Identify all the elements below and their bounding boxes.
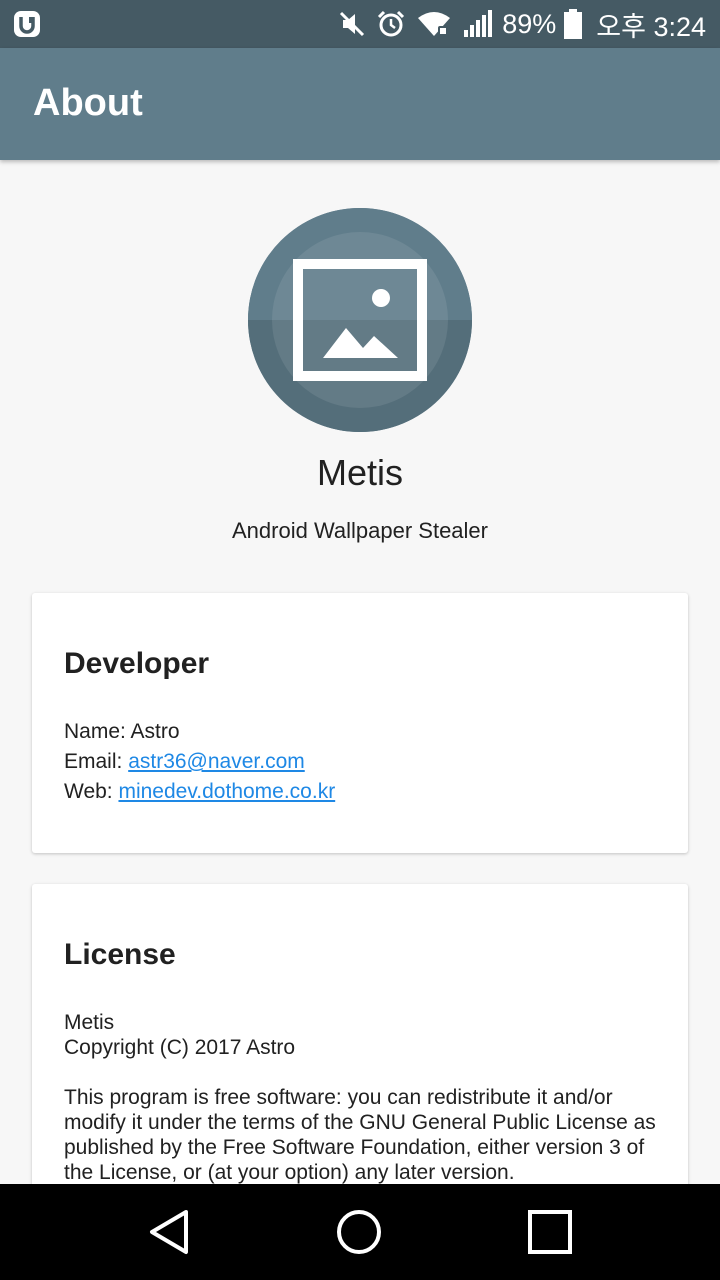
license-title: License: [64, 938, 176, 971]
battery-percent: 89%: [502, 8, 557, 39]
clock: 오후 3:24: [596, 11, 706, 42]
email-label: Email:: [64, 750, 129, 773]
license-copyright: Copyright (C) 2017 Astro: [64, 1036, 296, 1059]
developer-title: Developer: [64, 647, 210, 680]
license-card: License Metis Copyright (C) 2017 Astro T…: [32, 884, 688, 1184]
email-link[interactable]: astr36@naver.com: [128, 750, 305, 773]
image-frame-icon: [248, 208, 472, 432]
app-bar: About: [0, 48, 720, 160]
license-app-name: Metis: [64, 1011, 115, 1034]
name-label: Name:: [64, 720, 131, 743]
web-link[interactable]: minedev.dothome.co.kr: [118, 780, 335, 803]
license-text: Metis Copyright (C) 2017 Astro This prog…: [64, 1010, 664, 1184]
home-icon[interactable]: [331, 1204, 387, 1260]
about-content[interactable]: Metis Android Wallpaper Stealer Develope…: [0, 160, 720, 1184]
recents-icon[interactable]: [522, 1204, 578, 1260]
developer-card: Developer Name: Astro Email: astr36@nave…: [32, 593, 688, 853]
name-value: Astro: [130, 720, 180, 743]
battery-icon: [564, 9, 583, 39]
developer-web-row: Web: minedev.dothome.co.kr: [64, 777, 335, 807]
app-logo: [248, 208, 472, 432]
mute-icon: [338, 10, 366, 38]
app-description: Android Wallpaper Stealer: [232, 518, 488, 543]
web-label: Web:: [64, 780, 119, 803]
navigation-bar: [0, 1184, 720, 1280]
back-icon[interactable]: [142, 1204, 198, 1260]
developer-name-row: Name: Astro: [64, 717, 335, 747]
alarm-icon: [376, 9, 406, 39]
app-notification-icon: [14, 11, 40, 37]
developer-email-row: Email: astr36@naver.com: [64, 747, 335, 777]
signal-icon: [462, 10, 493, 38]
developer-info: Name: Astro Email: astr36@naver.com Web:…: [64, 717, 335, 807]
license-body: This program is free software: you can r…: [64, 1086, 656, 1184]
app-name: Metis: [316, 452, 403, 493]
wifi-icon: [416, 10, 452, 38]
page-title: About: [33, 82, 143, 124]
status-bar: 89% 오후 3:24: [0, 0, 720, 48]
